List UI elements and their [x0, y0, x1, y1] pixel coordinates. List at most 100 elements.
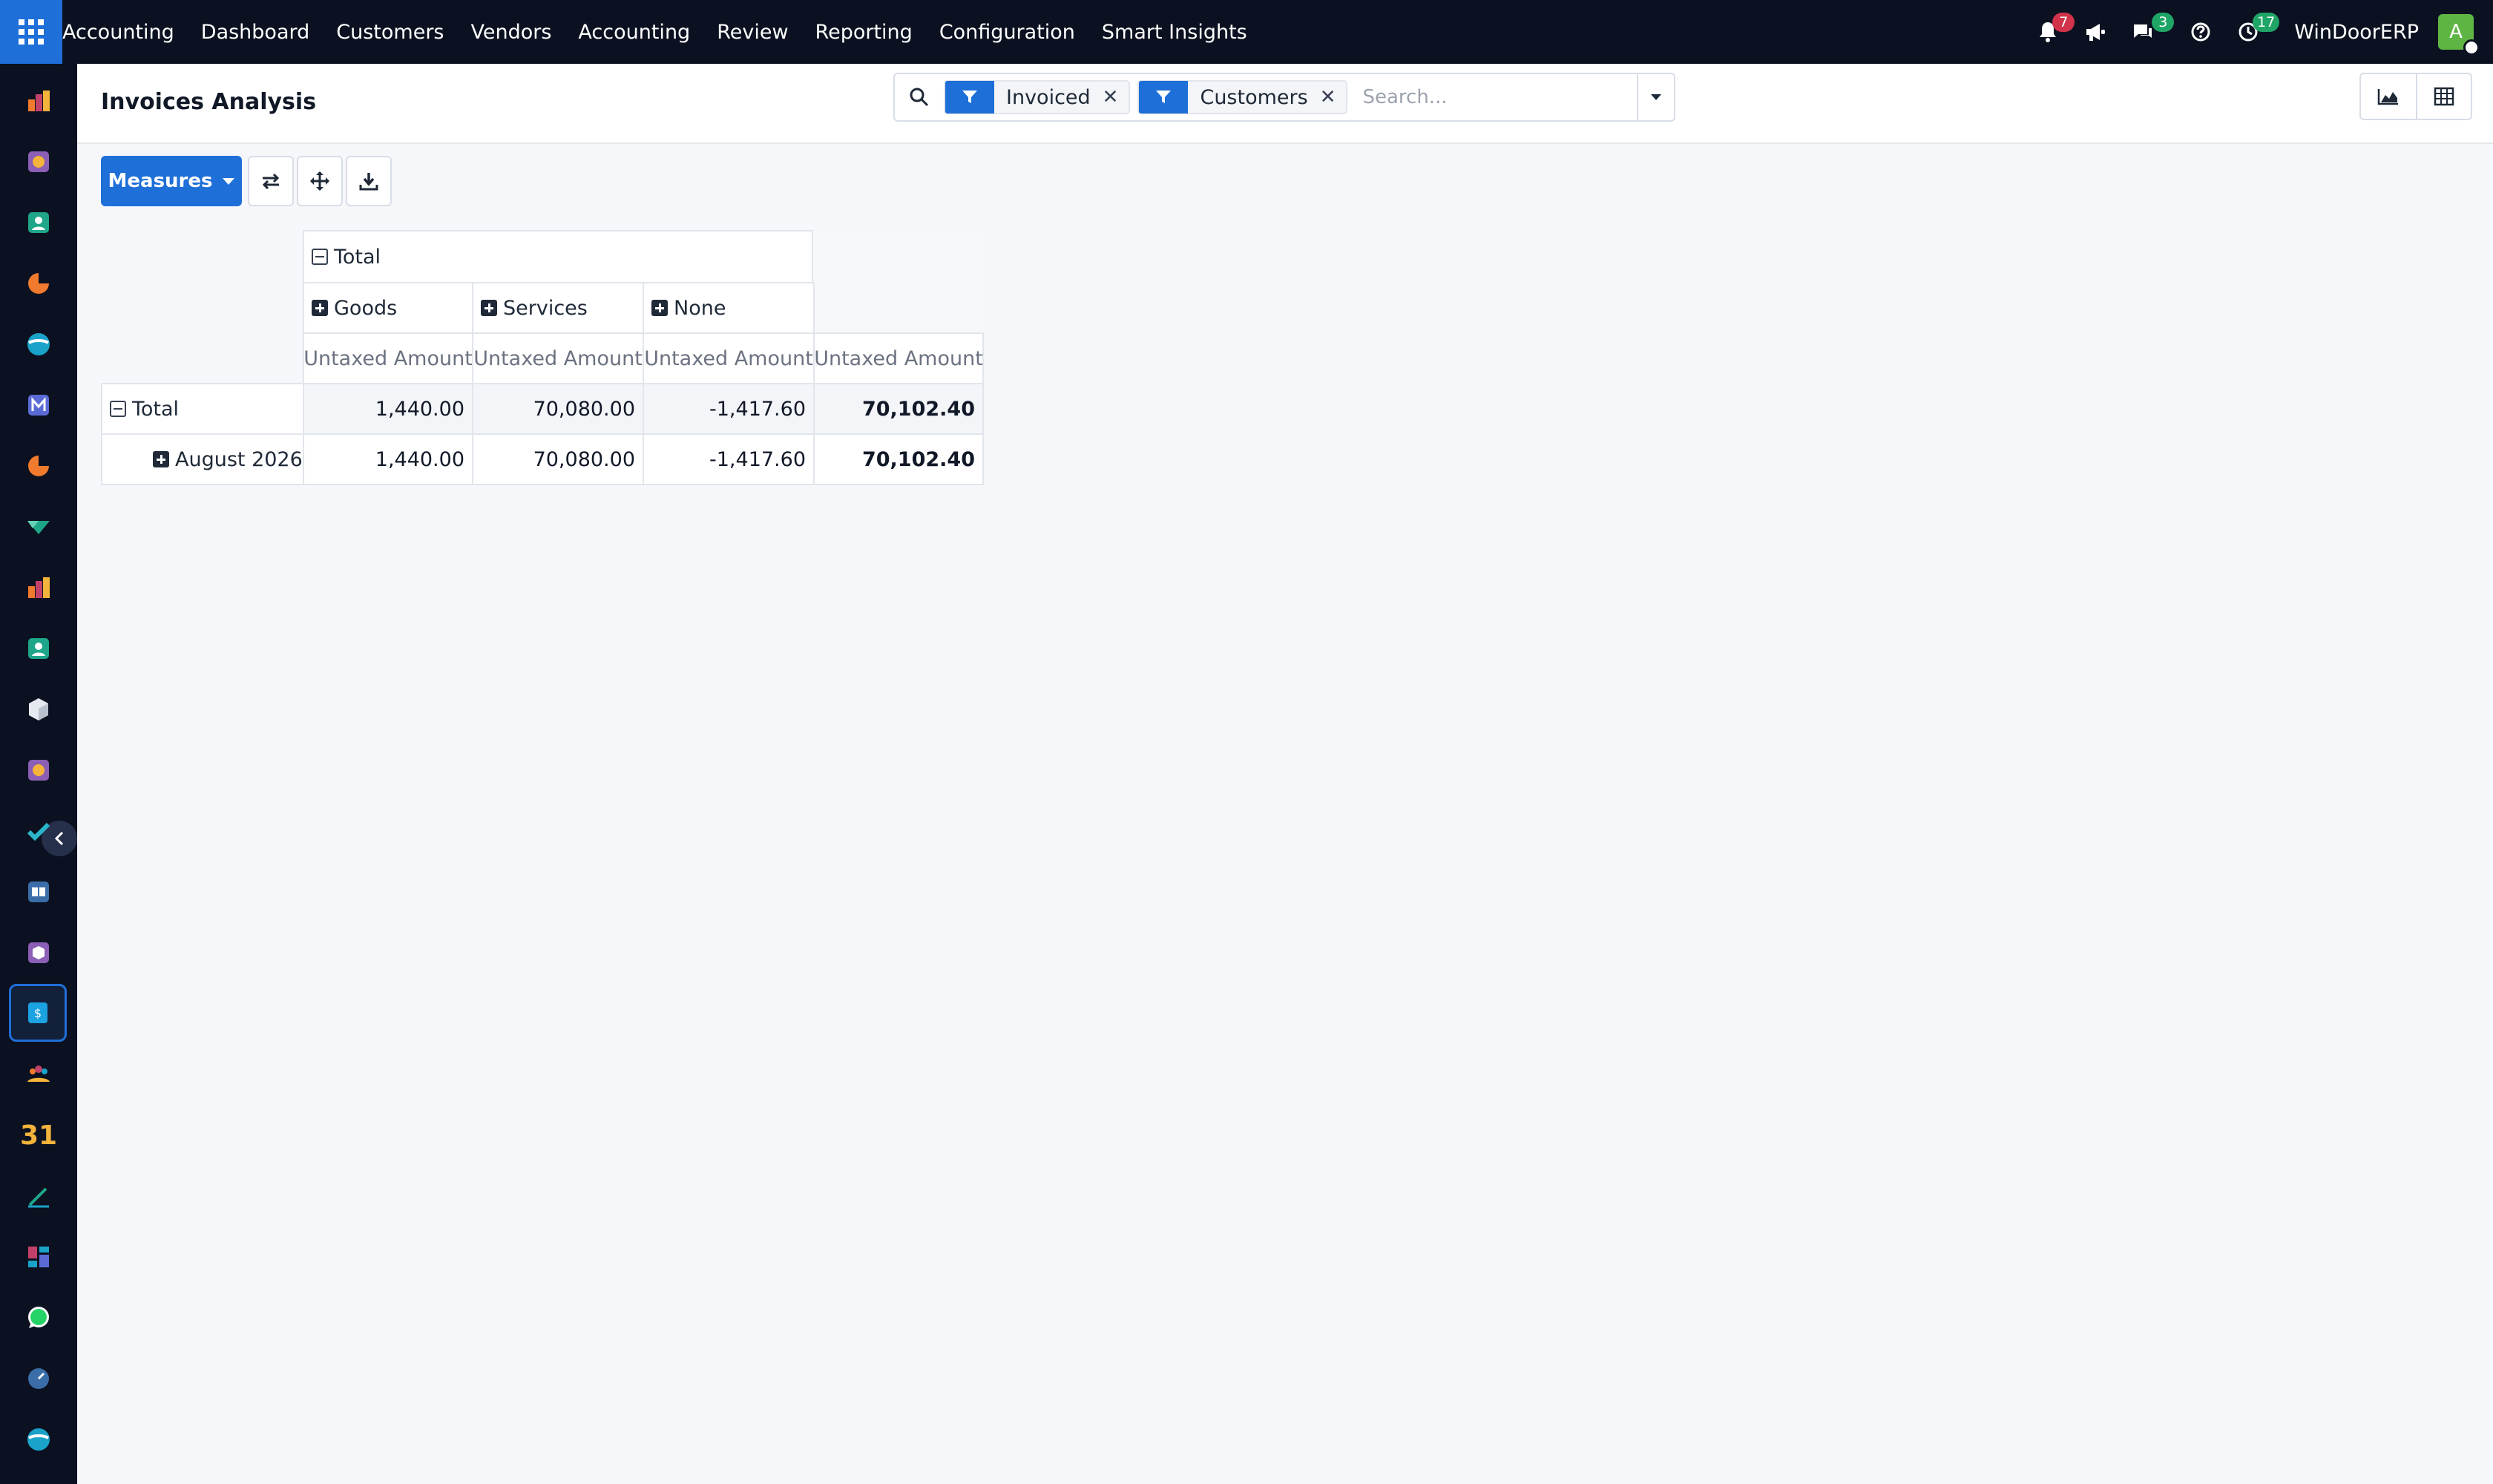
sidebar-app-discuss[interactable] — [16, 322, 61, 367]
menu-reporting[interactable]: Reporting — [802, 21, 926, 44]
pivot-cell[interactable]: -1,417.60 — [643, 433, 815, 485]
sidebar-app-calendar[interactable]: 31 — [16, 1113, 61, 1158]
sidebar-app-employees[interactable] — [16, 626, 61, 671]
caret-down-icon — [1651, 94, 1661, 100]
announcements-button[interactable] — [2078, 14, 2113, 50]
app-menu-button[interactable] — [0, 0, 62, 64]
view-switcher — [2359, 73, 2472, 120]
pivot-measure-header[interactable]: Untaxed Amount — [643, 332, 815, 384]
filter-icon — [945, 81, 994, 114]
company-switcher[interactable]: WinDoorERP — [2294, 21, 2419, 44]
menu-review[interactable]: Review — [703, 21, 801, 44]
activities-button[interactable]: 17 — [2230, 13, 2280, 50]
sidebar-app-whatsapp[interactable] — [16, 1296, 61, 1340]
collapse-icon — [110, 401, 126, 417]
pivot-cell[interactable]: 70,080.00 — [472, 383, 644, 435]
search-input[interactable] — [1355, 75, 1637, 119]
main-menu: Accounting Dashboard Customers Vendors A… — [62, 0, 1261, 64]
facet-invoiced: Invoiced ✕ — [944, 80, 1131, 114]
whatsapp-icon — [28, 1307, 49, 1328]
pivot-cell-total[interactable]: 70,102.40 — [813, 433, 984, 485]
graph-view-button[interactable] — [2359, 73, 2416, 120]
help-icon — [2191, 22, 2210, 42]
sidebar-app-invoicing[interactable] — [16, 79, 61, 123]
sidebar-app-todo[interactable] — [16, 809, 61, 853]
sidebar-app-reporting[interactable] — [16, 565, 61, 610]
menu-dashboard[interactable]: Dashboard — [188, 21, 323, 44]
collapse-icon — [312, 249, 328, 265]
pivot-total-col-spacer — [813, 230, 984, 334]
sidebar-app-project[interactable] — [16, 505, 61, 549]
pivot-measure-header[interactable]: Untaxed Amount — [303, 332, 473, 384]
sidebar-app-dashboards[interactable] — [16, 1235, 61, 1279]
control-panel: Invoices Analysis Invoiced ✕ Customers ✕ — [77, 64, 2493, 144]
search-options-toggle[interactable] — [1637, 74, 1674, 120]
pivot-cell[interactable]: 70,080.00 — [472, 433, 644, 485]
sidebar-app-purchase[interactable] — [16, 930, 61, 975]
sidebar-app-crm[interactable] — [16, 261, 61, 306]
menu-customers[interactable]: Customers — [323, 21, 457, 44]
todo-icon — [27, 822, 50, 841]
filter-icon — [1139, 81, 1189, 114]
sidebar-app-team[interactable] — [16, 1052, 61, 1097]
sign-icon — [28, 1187, 49, 1208]
download-button[interactable] — [346, 156, 392, 206]
row-header-label: Total — [132, 397, 180, 421]
sales-icon — [28, 151, 49, 172]
live-chat-icon — [27, 1428, 50, 1451]
menu-smart-insights[interactable]: Smart Insights — [1088, 21, 1261, 44]
col-header-label: None — [674, 296, 726, 320]
sidebar-app-sign[interactable] — [16, 1174, 61, 1218]
sidebar-app-timesheet[interactable] — [16, 1356, 61, 1401]
facet-customers: Customers ✕ — [1137, 80, 1348, 114]
facet-remove-icon[interactable]: ✕ — [1103, 86, 1129, 108]
sidebar-app-expenses[interactable] — [16, 748, 61, 792]
inventory-icon — [29, 698, 48, 720]
search-button[interactable] — [895, 74, 944, 120]
pivot-cell[interactable]: 1,440.00 — [303, 383, 473, 435]
expand-all-button[interactable] — [297, 156, 343, 206]
menu-accounting[interactable]: Accounting — [565, 21, 703, 44]
menu-configuration[interactable]: Configuration — [926, 21, 1088, 44]
notifications-button[interactable]: 7 — [2030, 13, 2075, 50]
flip-axis-button[interactable] — [248, 156, 294, 206]
sidebar-app-mail[interactable] — [16, 383, 61, 427]
discuss-icon — [27, 333, 50, 355]
measures-dropdown-button[interactable]: Measures — [101, 156, 242, 206]
pivot-col-header-services[interactable]: Services — [472, 282, 644, 334]
sidebar-app-sales[interactable] — [16, 139, 61, 184]
exchange-icon — [262, 173, 280, 190]
sidebar-app-contacts[interactable] — [16, 200, 61, 245]
grid-icon — [19, 19, 44, 45]
facet-remove-icon[interactable]: ✕ — [1320, 86, 1347, 108]
pivot-col-header-none[interactable]: None — [643, 282, 815, 334]
chat-icon — [2134, 24, 2152, 38]
sidebar-app-inventory[interactable] — [16, 687, 61, 732]
pivot-row-header-august-2026[interactable]: August 2026 — [101, 433, 304, 485]
sidebar-app-helpdesk[interactable] — [16, 444, 61, 488]
contacts-icon — [28, 212, 49, 233]
pivot-row-header-total[interactable]: Total — [101, 383, 304, 435]
help-button[interactable] — [2183, 14, 2218, 50]
menu-brand-accounting[interactable]: Accounting — [62, 21, 188, 44]
sidebar-app-knowledge[interactable] — [16, 870, 61, 914]
col-header-label: Services — [503, 296, 588, 320]
pivot-view-button[interactable] — [2416, 73, 2472, 120]
download-icon — [359, 173, 378, 191]
menu-vendors[interactable]: Vendors — [457, 21, 565, 44]
project-icon — [27, 521, 50, 534]
pivot-col-header-goods[interactable]: Goods — [303, 282, 473, 334]
messages-button[interactable]: 3 — [2125, 13, 2175, 50]
user-avatar[interactable]: A — [2438, 14, 2480, 56]
pivot-cell-total[interactable]: 70,102.40 — [813, 383, 984, 435]
pivot-col-header-total[interactable]: Total — [303, 230, 813, 283]
employees-icon — [28, 638, 49, 659]
pivot-measure-header[interactable]: Untaxed Amount — [472, 332, 644, 384]
pivot-measure-header[interactable]: Untaxed Amount — [813, 332, 984, 384]
sidebar-app-accounting[interactable]: $ — [9, 984, 67, 1042]
sidebar-app-live-chat[interactable] — [16, 1417, 61, 1462]
pivot-cell[interactable]: -1,417.60 — [643, 383, 815, 435]
facet-label: Customers — [1200, 85, 1308, 109]
avatar-initial: A — [2449, 21, 2463, 43]
pivot-cell[interactable]: 1,440.00 — [303, 433, 473, 485]
